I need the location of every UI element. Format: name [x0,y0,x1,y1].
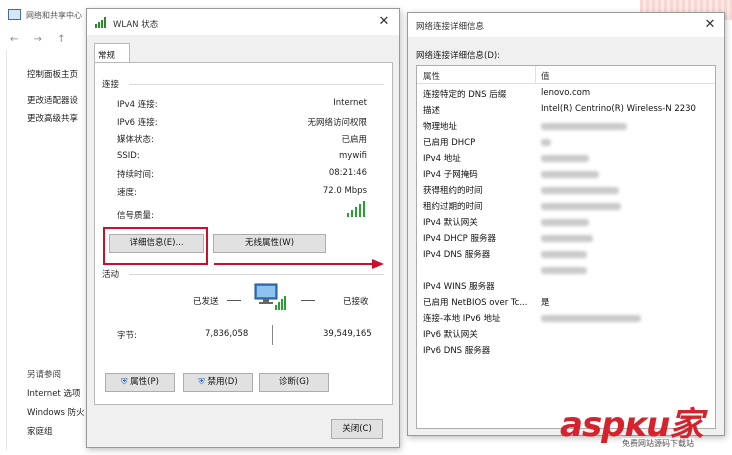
wlan-dialog-title: WLAN 状态 [113,20,159,30]
redacted-value [541,203,621,210]
group-divider [129,84,384,85]
close-icon[interactable]: ✕ [701,16,719,34]
redacted-value [541,123,627,130]
tab-general[interactable]: 常规 [94,43,130,63]
group-divider [129,274,384,275]
list-item-value: lenovo.com [541,88,591,98]
details-titlebar: 网络连接详细信息 ✕ [408,13,724,37]
list-item-property: 已启用 NetBIOS over Tc... [423,298,528,308]
received-dash [301,300,315,301]
list-item-property: 连接-本地 IPv6 地址 [423,314,501,324]
bytes-divider [272,325,273,345]
redacted-value [541,251,587,258]
details-button-highlight [103,227,208,265]
redacted-value [541,219,589,226]
list-item-property: IPv4 子网掩码 [423,170,478,180]
disable-button-label: 禁用(D) [207,377,238,387]
list-item-property: IPv4 默认网关 [423,218,478,228]
control-panel-title: 网络和共享中心 [26,11,82,20]
sidebar-link-control-panel-home[interactable]: 控制面板主页 [27,68,78,80]
bytes-received-value: 39,549,165 [323,329,372,339]
redacted-value [541,315,641,322]
wireless-properties-button[interactable]: 无线属性(W) [213,234,326,253]
sent-label: 已发送 [193,297,219,307]
close-icon[interactable]: ✕ [375,13,393,31]
media-state-label: 媒体状态: [117,135,154,145]
list-item-value: 是 [541,298,550,308]
list-item-property: IPv4 地址 [423,154,461,164]
column-header-property[interactable]: 属性 [423,70,440,82]
properties-button[interactable]: ⛨ 属性(P) [105,373,175,392]
list-item-property: 获得租约的时间 [423,186,483,196]
close-button[interactable]: 关闭(C) [331,419,383,439]
wifi-icon [95,17,106,28]
list-item-property: IPv4 DNS 服务器 [423,250,491,260]
duration-value: 08:21:46 [328,168,367,178]
nav-arrows[interactable]: ← → ↑ [10,34,72,45]
shield-icon: ⛨ [198,377,205,387]
column-separator[interactable] [535,66,536,84]
details-dialog-title: 网络连接详细信息 [416,22,485,32]
list-item-property: IPv4 WINS 服务器 [423,282,495,292]
properties-button-label: 属性(P) [130,377,159,387]
redacted-value [541,171,599,178]
redacted-value [541,155,589,162]
details-caption: 网络连接详细信息(D): [416,51,501,61]
disable-button[interactable]: ⛨ 禁用(D) [183,373,253,392]
shield-icon: ⛨ [121,377,128,387]
ssid-value: mywifi [339,151,367,161]
list-item-property: IPv4 DHCP 服务器 [423,234,496,244]
see-also-internet-options[interactable]: Internet 选项 [27,387,80,399]
signal-quality-label: 信号质量: [117,211,154,221]
redacted-value [541,139,551,146]
list-item-property: 物理地址 [423,122,458,132]
connection-group-title: 连接 [102,80,120,90]
list-item-property: IPv6 默认网关 [423,330,478,340]
network-adapter-icon [254,283,286,310]
activity-group-title: 活动 [102,270,120,280]
arrow-icon [214,259,384,269]
list-item-property: IPv6 DNS 服务器 [423,346,491,356]
see-also-header: 另请参阅 [27,370,62,380]
redacted-value [541,235,593,242]
received-label: 已接收 [343,297,369,307]
duration-label: 持续时间: [117,170,154,180]
see-also-homegroup[interactable]: 家庭组 [27,425,53,437]
ipv4-connectivity-label: IPv4 连接: [117,100,158,110]
column-header-value[interactable]: 值 [541,70,550,82]
media-state-value: 已启用 [341,135,367,145]
signal-strength-icon [347,201,367,217]
ipv4-connectivity-value: Internet [333,98,367,108]
list-item-property: 租约过期的时间 [423,202,483,212]
redacted-value [541,267,587,274]
diagnose-button[interactable]: 诊断(G) [259,373,329,392]
wlan-titlebar: WLAN 状态 ✕ [87,9,399,35]
details-list[interactable]: 属性 值 连接特定的 DNS 后缀 lenovo.com 描述 Intel(R)… [416,65,716,429]
speed-value: 72.0 Mbps [322,186,367,196]
bytes-label: 字节: [117,331,137,341]
ssid-label: SSID: [117,151,140,161]
bytes-sent-value: 7,836,058 [205,329,249,339]
network-center-icon [8,9,21,20]
sent-dash [227,300,241,301]
see-also-windows-firewall[interactable]: Windows 防火 [27,406,85,418]
sidebar-link-advanced-sharing[interactable]: 更改高级共享 [27,112,78,124]
list-item-value: Intel(R) Centrino(R) Wireless-N 2230 [541,104,696,114]
sidebar-divider [6,50,7,450]
list-item-property: 连接特定的 DNS 后缀 [423,90,507,100]
sidebar-link-change-adapter[interactable]: 更改适配器设 [27,94,78,106]
list-item-property: 已启用 DHCP [423,138,476,148]
speed-label: 速度: [117,188,137,198]
watermark-subtitle: 免费网站源码下载站 [622,438,694,449]
redacted-value [541,187,619,194]
ipv6-connectivity-label: IPv6 连接: [117,118,158,128]
network-details-dialog: 网络连接详细信息 ✕ 网络连接详细信息(D): 属性 值 连接特定的 DNS 后… [407,12,725,436]
list-item-property: 描述 [423,106,441,116]
details-list-header: 属性 值 [417,66,715,84]
ipv6-connectivity-value: 无网络访问权限 [307,118,367,128]
